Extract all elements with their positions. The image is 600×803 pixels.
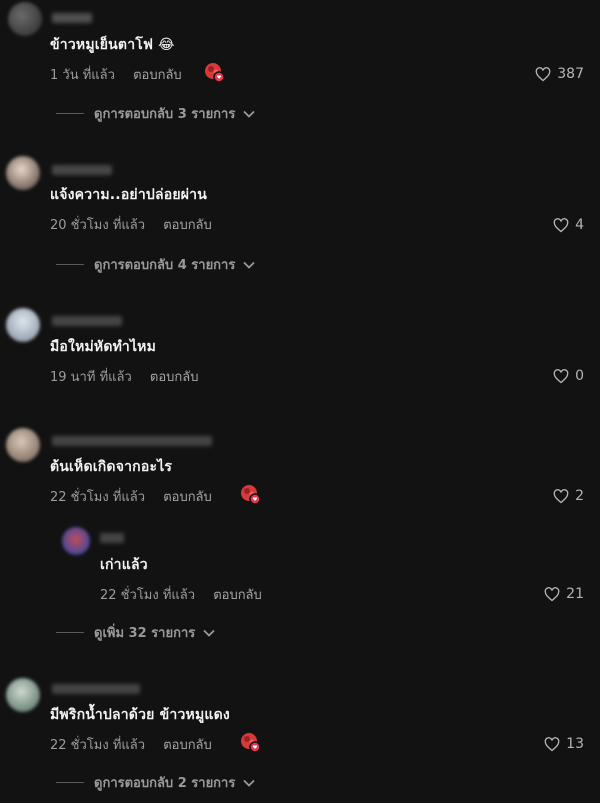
comment-time: 1 วัน ที่แล้ว [50, 68, 115, 83]
comment-meta: 22 ชั่วโมง ที่แล้ว ตอบกลับ [50, 486, 212, 507]
username[interactable] [52, 436, 212, 446]
like-count: 21 [566, 586, 584, 602]
comment-meta: 1 วัน ที่แล้ว ตอบกลับ [50, 64, 182, 85]
reply-button[interactable]: ตอบกลับ [163, 738, 212, 753]
comment-time: 22 ชั่วโมง ที่แล้ว [50, 738, 146, 753]
chevron-down-icon [243, 779, 255, 787]
username[interactable] [52, 684, 140, 694]
comment-time: 20 ชั่วโมง ที่แล้ว [50, 218, 146, 233]
like-count: 13 [566, 736, 584, 752]
heart-icon [553, 488, 569, 503]
like-button[interactable]: 2 [553, 488, 584, 504]
reply-button[interactable]: ตอบกลับ [133, 68, 182, 83]
reply-button[interactable]: ตอบกลับ [163, 490, 212, 505]
view-more-label: ดูเพิ่ม 32 รายการ [94, 626, 196, 641]
view-replies-button[interactable]: ดูการตอบกลับ 4 รายการ [56, 254, 255, 275]
comment-text: มีพริกน้ำปลาด้วย ข้าวหมูแดง [50, 707, 230, 723]
reply-username[interactable] [100, 533, 124, 543]
view-replies-button[interactable]: ดูการตอบกลับ 3 รายการ [56, 103, 255, 124]
like-count: 4 [575, 217, 584, 233]
comment-meta: 22 ชั่วโมง ที่แล้ว ตอบกลับ [50, 734, 212, 755]
reply-button[interactable]: ตอบกลับ [163, 218, 212, 233]
username[interactable] [52, 13, 92, 23]
reply-time: 22 ชั่วโมง ที่แล้ว [100, 588, 196, 603]
like-button[interactable]: 4 [553, 217, 584, 233]
like-count: 387 [557, 66, 584, 82]
avatar[interactable] [6, 678, 40, 712]
creator-liked-badge-icon [205, 63, 225, 83]
chevron-down-icon [243, 261, 255, 269]
view-replies-label: ดูการตอบกลับ 3 รายการ [94, 107, 236, 122]
like-button[interactable]: 0 [553, 368, 584, 384]
username[interactable] [52, 165, 112, 175]
reply-text: เก่าแล้ว [100, 557, 148, 573]
username[interactable] [52, 316, 122, 326]
view-replies-label: ดูการตอบกลับ 4 รายการ [94, 258, 236, 273]
heart-icon [553, 217, 569, 232]
view-replies-label: ดูการตอบกลับ 2 รายการ [94, 776, 236, 791]
reply-button[interactable]: ตอบกลับ [150, 370, 199, 385]
chevron-down-icon [203, 629, 215, 637]
avatar[interactable] [6, 428, 40, 462]
comment-time: 22 ชั่วโมง ที่แล้ว [50, 490, 146, 505]
divider-line [56, 782, 84, 783]
creator-liked-badge-icon [241, 733, 261, 753]
avatar[interactable] [8, 2, 42, 36]
reply-meta: 22 ชั่วโมง ที่แล้ว ตอบกลับ [100, 584, 262, 605]
avatar[interactable] [6, 308, 40, 342]
reply-button[interactable]: ตอบกลับ [213, 588, 262, 603]
like-button[interactable]: 387 [535, 66, 584, 82]
view-replies-button[interactable]: ดูการตอบกลับ 2 รายการ [56, 772, 255, 793]
comment-text: มือใหม่หัดทำไหม [50, 339, 157, 355]
heart-icon [544, 736, 560, 751]
reply-avatar[interactable] [62, 527, 90, 555]
comment-time: 19 นาที ที่แล้ว [50, 370, 132, 385]
creator-liked-badge-icon [241, 485, 261, 505]
comment-text: แจ้งความ..อย่าปล่อยผ่าน [50, 187, 208, 203]
comments-panel: ข้าวหมูเย็นตาโฟ 😂 1 วัน ที่แล้ว ตอบกลับ … [0, 0, 600, 803]
heart-icon [544, 586, 560, 601]
comment-meta: 20 ชั่วโมง ที่แล้ว ตอบกลับ [50, 214, 212, 235]
comment-meta: 19 นาที ที่แล้ว ตอบกลับ [50, 366, 199, 387]
comment-text: ต้นเห็ดเกิดจากอะไร [50, 459, 173, 475]
avatar[interactable] [6, 156, 40, 190]
like-count: 0 [575, 368, 584, 384]
divider-line [56, 113, 84, 114]
heart-icon [553, 368, 569, 383]
like-button[interactable]: 21 [544, 586, 584, 602]
divider-line [56, 632, 84, 633]
like-button[interactable]: 13 [544, 736, 584, 752]
chevron-down-icon [243, 110, 255, 118]
heart-icon [535, 66, 551, 81]
divider-line [56, 264, 84, 265]
comment-text: ข้าวหมูเย็นตาโฟ 😂 [50, 37, 175, 53]
view-more-button[interactable]: ดูเพิ่ม 32 รายการ [56, 622, 215, 643]
like-count: 2 [575, 488, 584, 504]
